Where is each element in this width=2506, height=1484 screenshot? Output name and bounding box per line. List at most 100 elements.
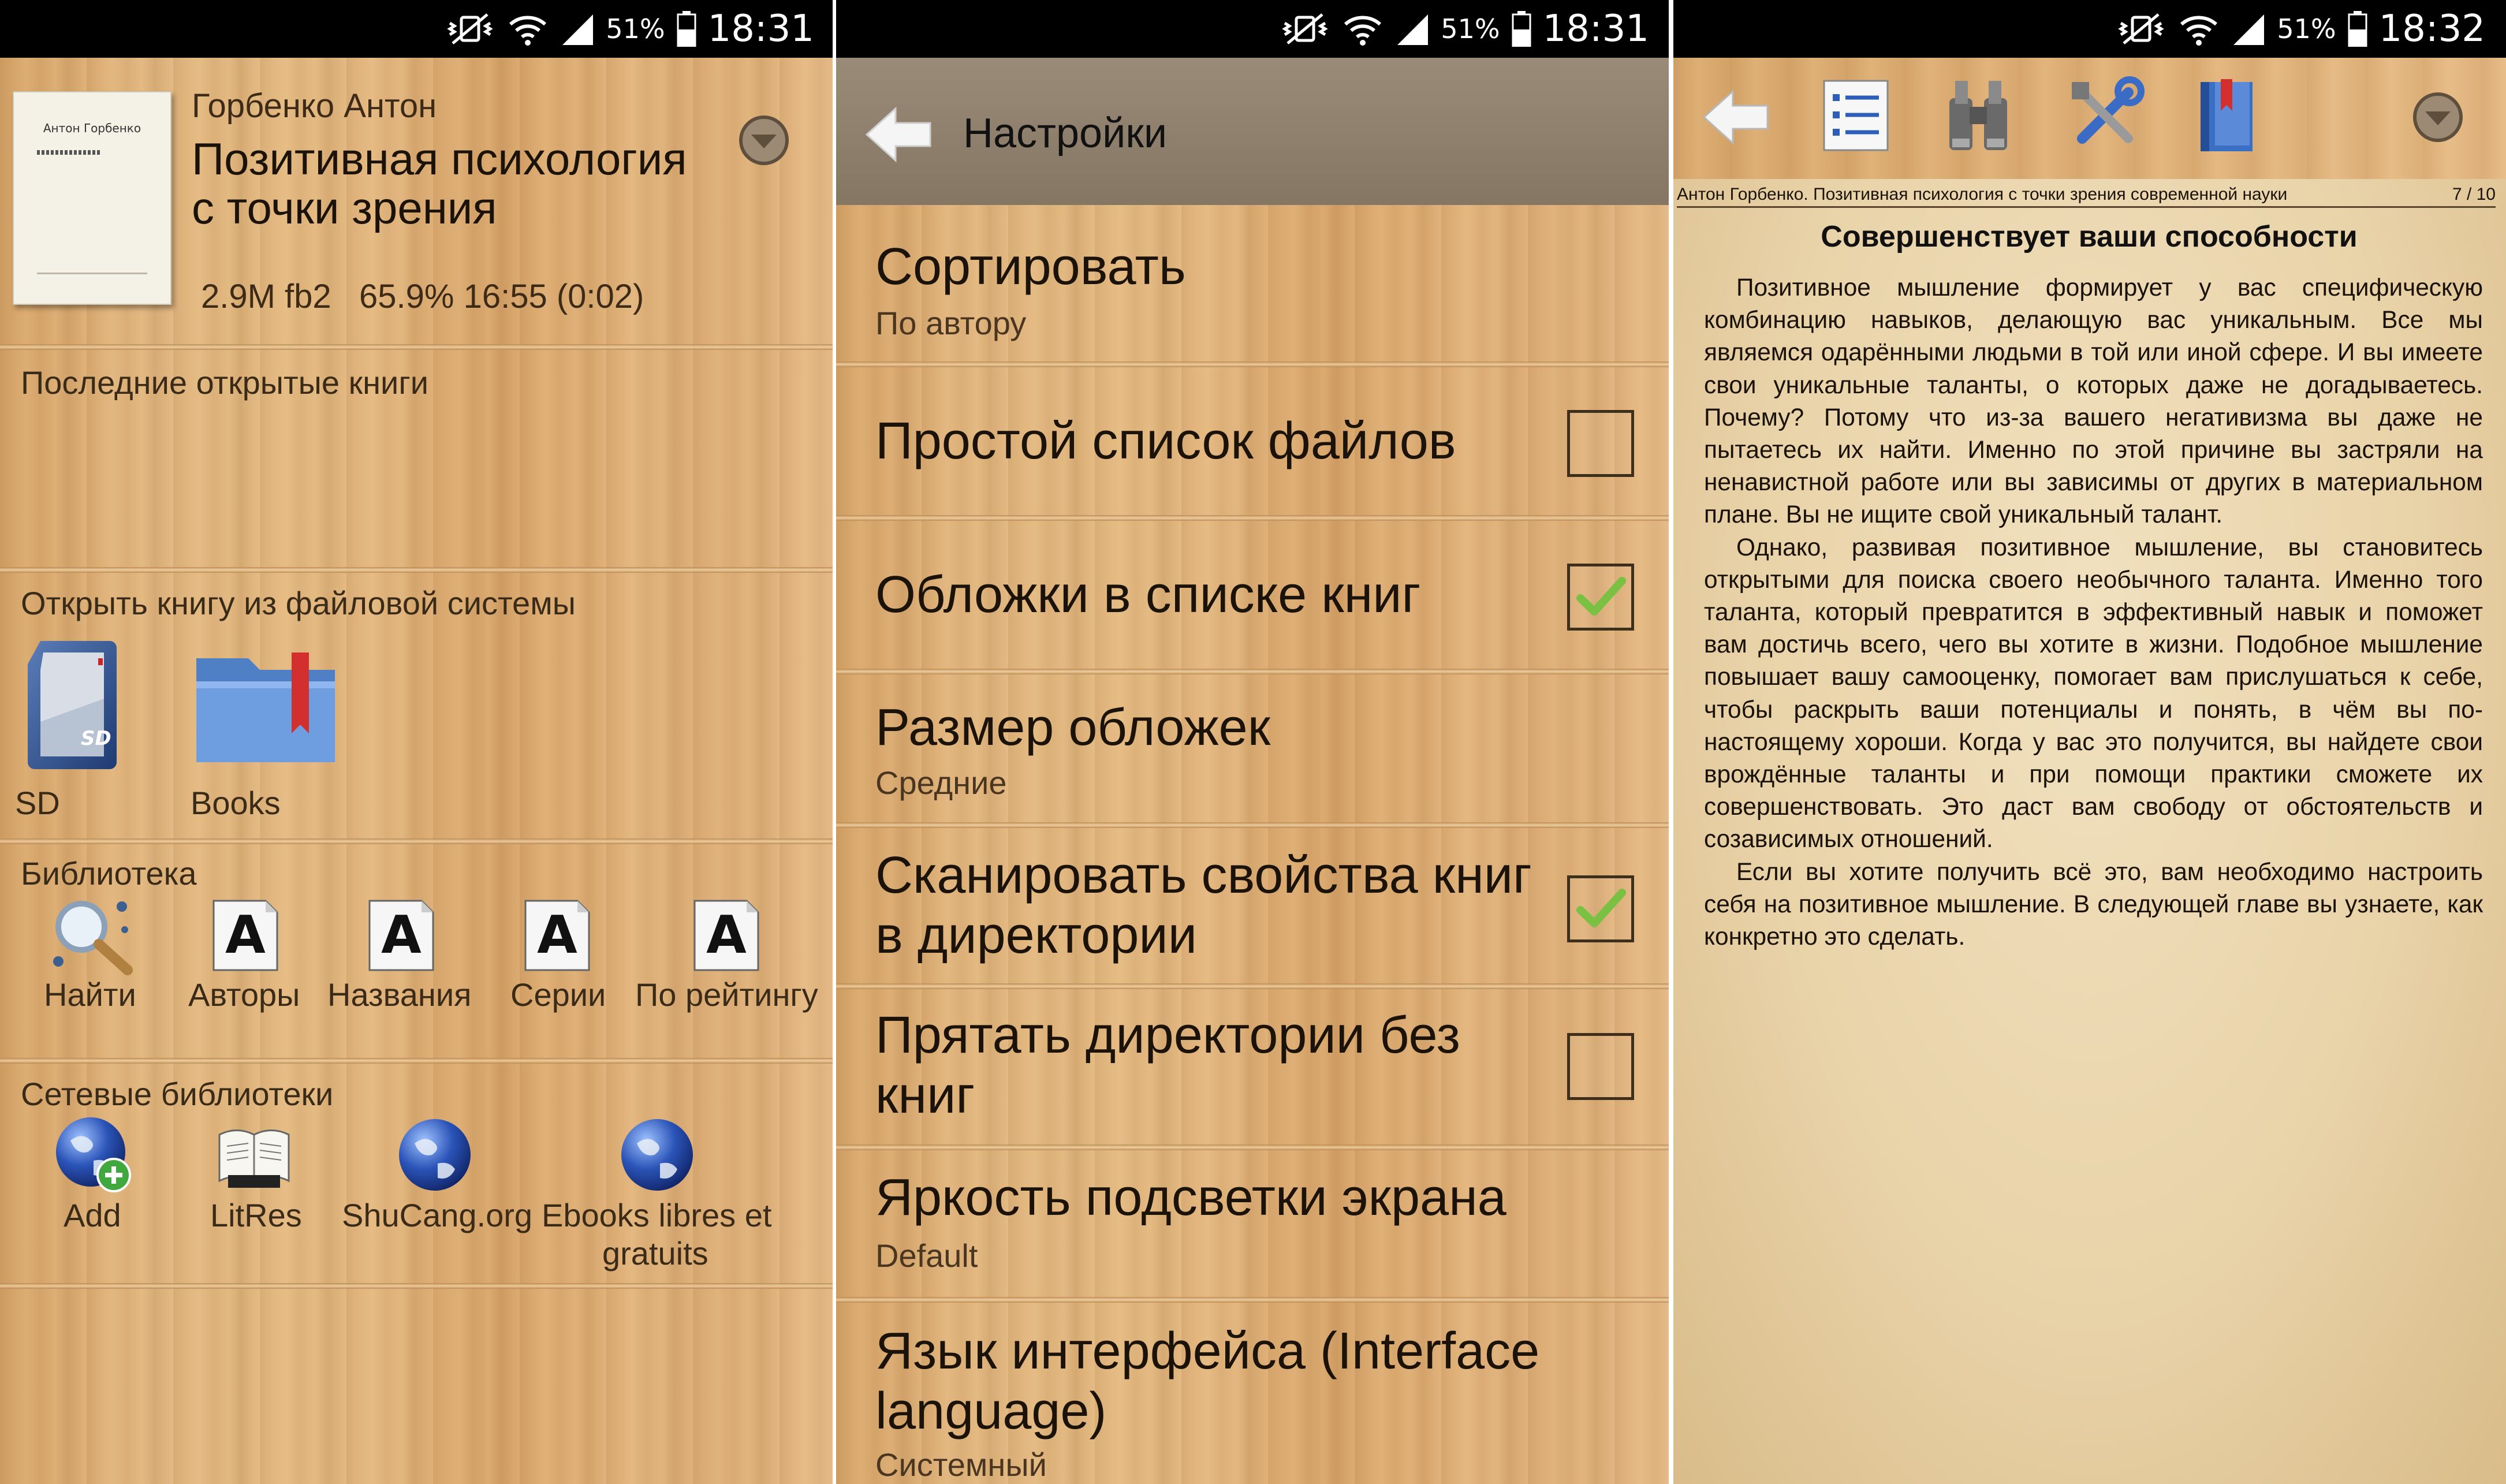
network-litres-button[interactable]: [217, 1117, 292, 1192]
series-icon: A: [524, 900, 590, 971]
table-of-contents-icon[interactable]: [1821, 78, 1890, 153]
network-ebooks-label-line1: Ebooks libres et: [542, 1197, 772, 1233]
globe-icon: [399, 1119, 471, 1191]
library-rating-button[interactable]: A: [692, 898, 761, 973]
book-author: Горбенко Антон: [192, 87, 437, 125]
bookmarks-book-icon[interactable]: [2195, 76, 2258, 157]
authors-icon: A: [212, 900, 278, 971]
chevron-down-icon[interactable]: [736, 113, 792, 168]
setting-sort[interactable]: Сортировать По автору: [835, 205, 1670, 367]
divider: [0, 1058, 835, 1064]
setting-covers-in-list[interactable]: Обложки в списке книг: [835, 521, 1670, 671]
book-info: 2.9M fb2 65.9% 16:55 (0:02): [201, 278, 644, 315]
network-add-label: Add: [64, 1197, 121, 1233]
chevron-down-icon[interactable]: [2410, 90, 2466, 145]
current-book-card[interactable]: Антон Горбенко Горбенко Антон Позитивная…: [0, 58, 835, 346]
divider: [0, 1283, 835, 1289]
back-arrow-icon[interactable]: [1701, 85, 1770, 149]
svg-text:A: A: [225, 905, 266, 965]
book-title-line2: с точки зрения: [192, 182, 497, 233]
covers-in-list-checkbox[interactable]: [1567, 564, 1634, 631]
paragraph: Однако, развивая позитивное мышление, вы…: [1704, 533, 2483, 853]
litres-book-icon: [218, 1129, 290, 1188]
sd-card-button[interactable]: SD SD: [15, 635, 127, 821]
setting-hide-empty-dirs-title-line2: книг: [875, 1067, 975, 1124]
setting-backlight[interactable]: Яркость подсветки экрана Default: [835, 1150, 1670, 1300]
setting-cover-size[interactable]: Размер обложек Средние: [835, 674, 1670, 825]
library-series-button[interactable]: A: [523, 898, 592, 973]
signal-icon: [1397, 14, 1429, 45]
network-shucang-label: ShuCang.org: [342, 1197, 533, 1233]
books-label: Books: [191, 785, 281, 821]
scan-properties-checkbox[interactable]: [1567, 875, 1634, 942]
divider: [835, 669, 1670, 674]
library-find-button[interactable]: [38, 895, 148, 976]
globe-icon: [621, 1119, 693, 1191]
clock: 18:31: [1542, 8, 1649, 50]
settings-header: Настройки: [835, 58, 1670, 205]
books-folder-button[interactable]: Books: [191, 641, 341, 821]
reader-screen: 51% 18:32 Антон Горбенко. Позитивная пси…: [1672, 0, 2506, 1484]
svg-text:A: A: [706, 905, 747, 965]
library-series-label: Серии: [510, 976, 606, 1013]
setting-scan-properties[interactable]: Сканировать свойства книг в директории: [835, 828, 1670, 984]
wifi-icon: [1344, 16, 1382, 46]
settings-screen: 51% 18:31 Настройки Сортировать По автор…: [835, 0, 1670, 1484]
library-titles-button[interactable]: A: [367, 898, 436, 973]
recent-books-list: [0, 404, 835, 566]
checkmark-icon: [1576, 889, 1626, 927]
divider: [0, 838, 835, 844]
setting-simple-file-list[interactable]: Простой список файлов: [835, 367, 1670, 517]
back-arrow-icon[interactable]: [864, 103, 933, 166]
divider: [0, 344, 835, 350]
book-title-line1: Позитивная психология: [192, 133, 687, 184]
network-litres-label: LitRes: [210, 1197, 302, 1233]
binoculars-search-icon[interactable]: [1944, 75, 2013, 156]
reader-toolbar: [1672, 58, 2506, 179]
divider: [835, 361, 1670, 367]
simple-file-list-checkbox[interactable]: [1567, 410, 1634, 477]
setting-sort-value: По автору: [875, 305, 1027, 341]
network-ebooks-button[interactable]: [617, 1114, 698, 1195]
setting-cover-size-value: Средние: [875, 765, 1007, 801]
setting-interface-language[interactable]: Язык интерфейса (Interface language) Сис…: [835, 1303, 1670, 1484]
library-titles-label: Названия: [327, 976, 472, 1013]
divider: [835, 1144, 1670, 1150]
titles-icon: A: [368, 900, 434, 971]
hide-empty-dirs-checkbox[interactable]: [1567, 1033, 1634, 1100]
setting-scan-properties-title-line1: Сканировать свойства книг: [875, 847, 1532, 904]
signal-icon: [562, 14, 594, 45]
filesystem-header: Открыть книгу из файловой системы: [21, 585, 576, 621]
setting-cover-size-title: Размер обложек: [875, 699, 1271, 756]
library-authors-button[interactable]: A: [211, 898, 280, 973]
page-indicator: 7 / 10: [2452, 185, 2496, 204]
divider: [835, 1297, 1670, 1303]
divider: [835, 983, 1670, 989]
panel-gutter: [833, 0, 836, 1484]
book-cover[interactable]: Антон Горбенко: [13, 91, 171, 305]
paragraph: Позитивное мышление формирует у вас спец…: [1704, 274, 2483, 528]
network-add-button[interactable]: [53, 1114, 134, 1195]
network-shucang-button[interactable]: [394, 1114, 475, 1195]
setting-hide-empty-dirs-title-line1: Прятать директории без: [875, 1006, 1460, 1064]
clock: 18:32: [2378, 8, 2485, 50]
mute-vibrate-icon: [1282, 13, 1329, 44]
setting-interface-language-value: Системный: [875, 1446, 1047, 1483]
library-rating-label: По рейтингу: [635, 976, 818, 1013]
setting-hide-empty-dirs[interactable]: Прятать директории без книг: [835, 989, 1670, 1145]
wifi-icon: [2180, 16, 2218, 46]
search-icon: [53, 901, 133, 975]
setting-simple-file-list-title: Простой список файлов: [875, 412, 1456, 470]
divider: [835, 515, 1670, 521]
checkmark-icon: [1576, 577, 1626, 616]
setting-backlight-title: Яркость подсветки экрана: [875, 1169, 1506, 1226]
reader-body[interactable]: Позитивное мышление формирует у вас спец…: [1704, 271, 2483, 953]
setting-interface-language-title-line2: language): [875, 1382, 1107, 1440]
settings-tools-icon[interactable]: [2065, 75, 2146, 156]
reader-header-line: Антон Горбенко. Позитивная психология с …: [1677, 184, 2496, 208]
setting-covers-in-list-title: Обложки в списке книг: [875, 566, 1421, 624]
battery-icon: [677, 11, 696, 47]
library-authors-label: Авторы: [188, 976, 300, 1013]
sd-label: SD: [15, 785, 60, 821]
rating-icon: A: [693, 900, 759, 971]
